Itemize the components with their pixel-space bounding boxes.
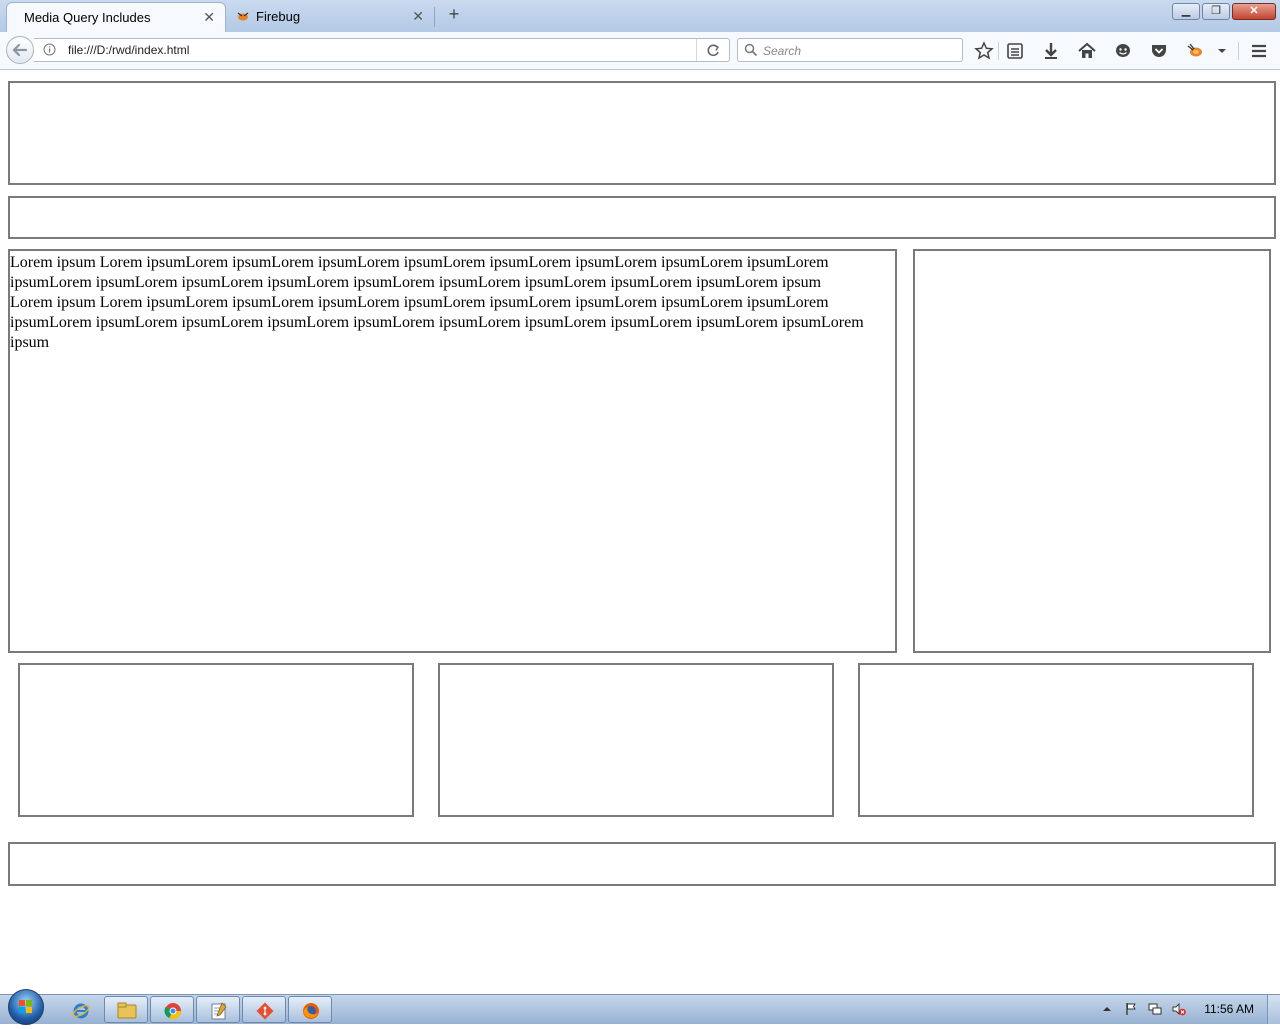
header-box: [8, 81, 1276, 185]
taskbar-chrome[interactable]: [150, 996, 194, 1023]
reload-button[interactable]: [696, 39, 729, 61]
search-placeholder: Search: [763, 44, 802, 58]
nav-box: [8, 196, 1276, 239]
action-center-flag-icon[interactable]: [1124, 1002, 1138, 1016]
close-tab-icon[interactable]: ✕: [412, 8, 424, 25]
minimize-button[interactable]: ▁: [1172, 3, 1200, 20]
footer-box: [8, 842, 1276, 886]
feature-box-1: [18, 663, 414, 817]
restore-button[interactable]: ❐: [1202, 3, 1230, 20]
search-icon: [744, 43, 758, 57]
taskbar-file-explorer[interactable]: [104, 996, 148, 1023]
feature-box-3: [858, 663, 1254, 817]
lorem-paragraph: Lorem ipsum Lorem ipsumLorem ipsumLorem …: [10, 254, 829, 291]
close-window-button[interactable]: ✕: [1232, 3, 1276, 20]
tab-media-query-includes[interactable]: Media Query Includes ✕: [6, 2, 226, 32]
toolbar-separator: [998, 42, 999, 60]
search-bar[interactable]: Search: [737, 38, 963, 62]
windows-taskbar: 11:56 AM: [0, 989, 1280, 1025]
tab-title: Firebug: [256, 9, 301, 24]
show-desktop-button[interactable]: [1267, 995, 1280, 1024]
lorem-paragraph: Lorem ipsum Lorem ipsumLorem ipsumLorem …: [10, 294, 864, 351]
tab-title: Media Query Includes: [24, 10, 151, 25]
bookmark-star-icon[interactable]: [974, 41, 994, 61]
taskbar-firefox[interactable]: [288, 996, 332, 1023]
git-icon: [256, 1002, 274, 1020]
chat-icon[interactable]: [1113, 41, 1133, 61]
pocket-icon[interactable]: [1149, 41, 1169, 61]
reading-list-icon[interactable]: [1005, 41, 1025, 61]
back-arrow-icon: [12, 43, 28, 57]
feature-box-2: [438, 663, 834, 817]
navigation-toolbar: file:///D:/rwd/index.html Search: [0, 32, 1280, 70]
chrome-icon: [164, 1003, 182, 1020]
url-bar[interactable]: file:///D:/rwd/index.html: [34, 38, 730, 62]
toolbar-separator: [1238, 42, 1239, 60]
new-tab-button[interactable]: +: [444, 4, 464, 26]
firebug-favicon-icon: [237, 12, 249, 21]
close-tab-icon[interactable]: ✕: [203, 9, 215, 26]
notepad-icon: [211, 1002, 227, 1020]
folder-icon: [117, 1002, 137, 1019]
internet-explorer-icon: [72, 1003, 90, 1019]
volume-muted-icon[interactable]: [1172, 1002, 1186, 1016]
main-text: Lorem ipsum Lorem ipsumLorem ipsumLorem …: [10, 251, 895, 353]
info-icon[interactable]: [43, 43, 56, 56]
menu-icon[interactable]: [1249, 41, 1269, 61]
show-hidden-icons-icon[interactable]: [1100, 1002, 1114, 1016]
system-clock[interactable]: 11:56 AM: [1204, 1002, 1254, 1016]
taskbar-internet-explorer[interactable]: [58, 996, 102, 1023]
windows-logo-icon: [19, 1000, 32, 1013]
download-icon[interactable]: [1041, 41, 1061, 61]
home-icon[interactable]: [1077, 41, 1097, 61]
firefox-icon: [303, 1003, 319, 1019]
dropdown-icon[interactable]: [1212, 41, 1232, 61]
sidebar-box: [913, 249, 1271, 653]
firebug-icon[interactable]: [1185, 41, 1205, 61]
tab-strip: Media Query Includes ✕ Firebug ✕ + ▁ ❐ ✕: [0, 0, 1280, 32]
taskbar-git[interactable]: [242, 996, 286, 1023]
url-text[interactable]: file:///D:/rwd/index.html: [68, 43, 189, 57]
taskbar-notepad[interactable]: [196, 996, 240, 1023]
window-controls: ▁ ❐ ✕: [1170, 3, 1276, 21]
network-icon[interactable]: [1148, 1002, 1162, 1016]
start-button[interactable]: [8, 989, 44, 1025]
back-button[interactable]: [6, 36, 34, 64]
main-content-box: Lorem ipsum Lorem ipsumLorem ipsumLorem …: [8, 249, 897, 653]
tab-firebug[interactable]: Firebug ✕: [228, 2, 435, 32]
reload-icon: [707, 44, 719, 57]
